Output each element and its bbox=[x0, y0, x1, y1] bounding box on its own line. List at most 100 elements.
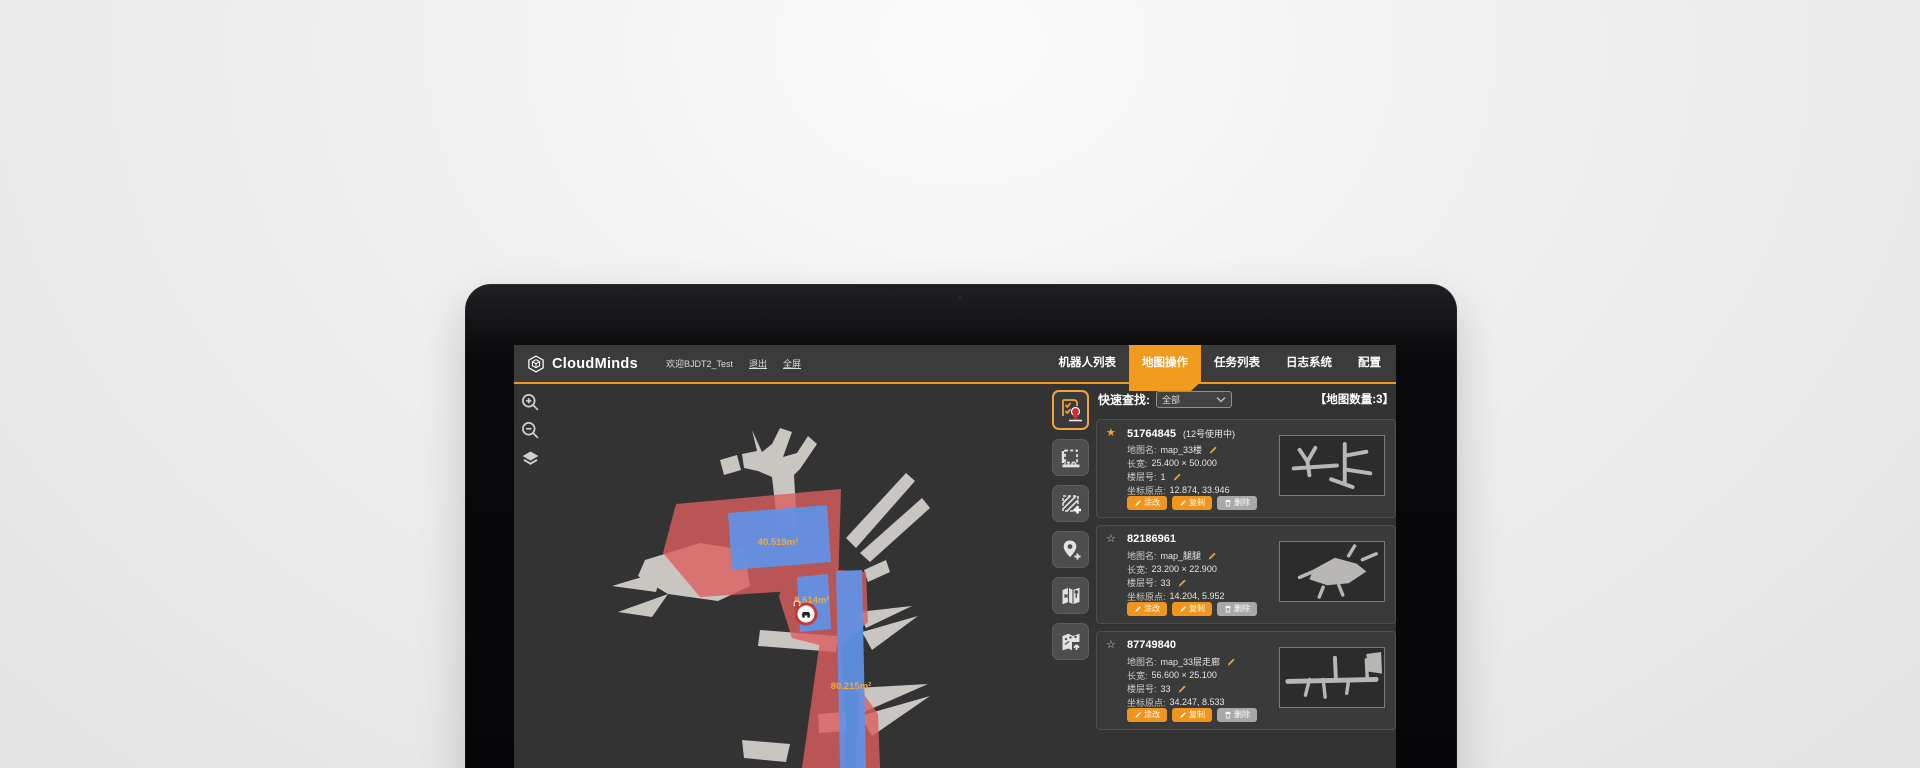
map-size-value: 25.400 × 50.000 bbox=[1152, 458, 1217, 468]
map-thumbnail bbox=[1279, 647, 1385, 708]
add-hatched-region-icon bbox=[1059, 492, 1083, 516]
edit-map-button[interactable]: 涂改 bbox=[1127, 602, 1167, 616]
map-area-label: 40.519m² bbox=[758, 537, 799, 548]
edit-map-button[interactable]: 涂改 bbox=[1127, 496, 1167, 510]
map-canvas[interactable]: 40.519m² 8.614m² 80.215m² bbox=[514, 384, 1052, 768]
map-card: ★ 51764845 (12号使用中) 地图名:map_33楼 长宽:25.40… bbox=[1096, 419, 1396, 518]
logout-link[interactable]: 退出 bbox=[749, 357, 767, 370]
map-size-value: 56.600 × 25.100 bbox=[1152, 670, 1217, 680]
filter-select[interactable]: 全部 bbox=[1156, 391, 1232, 408]
edit-pencil-icon[interactable] bbox=[1177, 684, 1187, 694]
brand-name: CloudMinds bbox=[552, 356, 638, 372]
map-area-label: 80.215m² bbox=[831, 681, 872, 692]
map-with-pin-icon bbox=[1059, 584, 1083, 608]
tool-map-pin-button[interactable] bbox=[1052, 577, 1089, 614]
field-label: 长宽: bbox=[1127, 669, 1148, 682]
map-card-list: ★ 51764845 (12号使用中) 地图名:map_33楼 长宽:25.40… bbox=[1096, 419, 1396, 730]
tool-add-pin-button[interactable] bbox=[1052, 531, 1089, 568]
pencil-icon bbox=[1179, 711, 1187, 719]
tab-task-list[interactable]: 任务列表 bbox=[1201, 345, 1273, 382]
field-label: 坐标原点: bbox=[1127, 590, 1166, 603]
floor-value: 33 bbox=[1161, 578, 1171, 588]
edit-pencil-icon[interactable] bbox=[1208, 445, 1218, 455]
edit-pencil-icon[interactable] bbox=[1226, 657, 1236, 667]
map-card: ☆ 82186961 地图名: map_腿腿 长宽: 23.200 × 22.900… bbox=[1096, 525, 1396, 624]
map-side-toolbar bbox=[1052, 390, 1089, 660]
cloudminds-logo-icon bbox=[527, 355, 545, 373]
layers-button[interactable] bbox=[519, 447, 541, 469]
chevron-down-icon bbox=[1216, 396, 1226, 403]
copy-map-button[interactable]: 复制 bbox=[1172, 708, 1212, 722]
field-label: 长宽: bbox=[1127, 457, 1148, 470]
star-icon[interactable]: ★ bbox=[1106, 426, 1116, 439]
field-label: 楼层号: bbox=[1127, 470, 1157, 483]
copy-map-button[interactable]: 复制 bbox=[1172, 602, 1212, 616]
zoom-in-button[interactable] bbox=[519, 391, 541, 413]
tool-measure-area-button[interactable] bbox=[1052, 439, 1089, 476]
upload-map-icon bbox=[1059, 630, 1083, 654]
copy-map-button[interactable]: 复制 bbox=[1172, 496, 1212, 510]
app-screen: CloudMinds 欢迎BJDT2_Test 退出 全屏 机器人列表 地图操作… bbox=[514, 345, 1396, 768]
quick-search-label: 快速查找: bbox=[1098, 391, 1150, 408]
map-obstacles bbox=[612, 428, 930, 762]
map-count-label: 【地图数量:3】 bbox=[1315, 391, 1394, 407]
filter-selected-value: 全部 bbox=[1162, 393, 1216, 406]
field-label: 地图名: bbox=[1127, 655, 1157, 668]
map-thumbnail bbox=[1279, 541, 1385, 602]
pencil-icon bbox=[1134, 605, 1142, 613]
field-label: 坐标原点: bbox=[1127, 696, 1166, 709]
checklist-map-pin-icon bbox=[1059, 397, 1083, 423]
tool-task-points-button[interactable] bbox=[1052, 390, 1089, 430]
tool-upload-map-button[interactable] bbox=[1052, 623, 1089, 660]
delete-map-button[interactable]: 删除 bbox=[1217, 496, 1257, 510]
field-label: 坐标原点: bbox=[1127, 484, 1166, 497]
edit-pencil-icon[interactable] bbox=[1172, 472, 1182, 482]
floor-value: 33 bbox=[1161, 684, 1171, 694]
main-nav: 机器人列表 地图操作 任务列表 日志系统 配置 bbox=[1046, 345, 1395, 382]
map-id: 51764845 bbox=[1127, 428, 1176, 440]
star-icon[interactable]: ☆ bbox=[1106, 638, 1116, 651]
tab-log-system[interactable]: 日志系统 bbox=[1273, 345, 1345, 382]
origin-value: 12.874, 33.946 bbox=[1170, 485, 1230, 495]
tab-map-operation[interactable]: 地图操作 bbox=[1129, 345, 1201, 391]
map-size-value: 23.200 × 22.900 bbox=[1152, 564, 1217, 574]
fullscreen-link[interactable]: 全屏 bbox=[783, 357, 801, 370]
measure-area-icon bbox=[1059, 446, 1083, 470]
trash-icon bbox=[1224, 499, 1232, 507]
pencil-icon bbox=[1134, 499, 1142, 507]
welcome-text: 欢迎BJDT2_Test bbox=[666, 357, 733, 370]
map-status: (12号使用中) bbox=[1183, 429, 1235, 439]
map-list-panel: 快速查找: 全部 【地图数量:3】 ★ 51764845 bbox=[1096, 389, 1396, 730]
card-title: 87749840 bbox=[1127, 639, 1180, 651]
pencil-icon bbox=[1179, 499, 1187, 507]
trash-icon bbox=[1224, 711, 1232, 719]
delete-map-button[interactable]: 删除 bbox=[1217, 602, 1257, 616]
delete-map-button[interactable]: 删除 bbox=[1217, 708, 1257, 722]
floor-value: 1 bbox=[1161, 472, 1166, 482]
map-name-value: map_腿腿 bbox=[1161, 549, 1202, 562]
tab-settings[interactable]: 配置 bbox=[1345, 345, 1394, 382]
page-background: CloudMinds 欢迎BJDT2_Test 退出 全屏 机器人列表 地图操作… bbox=[0, 0, 1920, 768]
field-label: 楼层号: bbox=[1127, 576, 1157, 589]
edit-pencil-icon[interactable] bbox=[1207, 551, 1217, 561]
zoom-out-button[interactable] bbox=[519, 419, 541, 441]
field-label: 地图名: bbox=[1127, 443, 1157, 456]
edit-pencil-icon[interactable] bbox=[1177, 578, 1187, 588]
pencil-icon bbox=[1179, 605, 1187, 613]
pencil-icon bbox=[1134, 711, 1142, 719]
field-label: 楼层号: bbox=[1127, 682, 1157, 695]
add-location-pin-icon bbox=[1059, 538, 1083, 562]
map-thumbnail bbox=[1279, 435, 1385, 496]
trash-icon bbox=[1224, 605, 1232, 613]
map-name-value: map_33层走廊 bbox=[1161, 655, 1221, 668]
edit-map-button[interactable]: 涂改 bbox=[1127, 708, 1167, 722]
tool-add-region-button[interactable] bbox=[1052, 485, 1089, 522]
tab-robot-list[interactable]: 机器人列表 bbox=[1046, 345, 1130, 382]
app-header: CloudMinds 欢迎BJDT2_Test 退出 全屏 机器人列表 地图操作… bbox=[514, 345, 1396, 382]
star-icon[interactable]: ☆ bbox=[1106, 532, 1116, 545]
field-label: 长宽: bbox=[1127, 563, 1148, 576]
card-title: 82186961 bbox=[1127, 533, 1180, 545]
brand: CloudMinds bbox=[527, 355, 638, 373]
map-zoom-tools bbox=[519, 391, 541, 469]
field-label: 地图名: bbox=[1127, 549, 1157, 562]
